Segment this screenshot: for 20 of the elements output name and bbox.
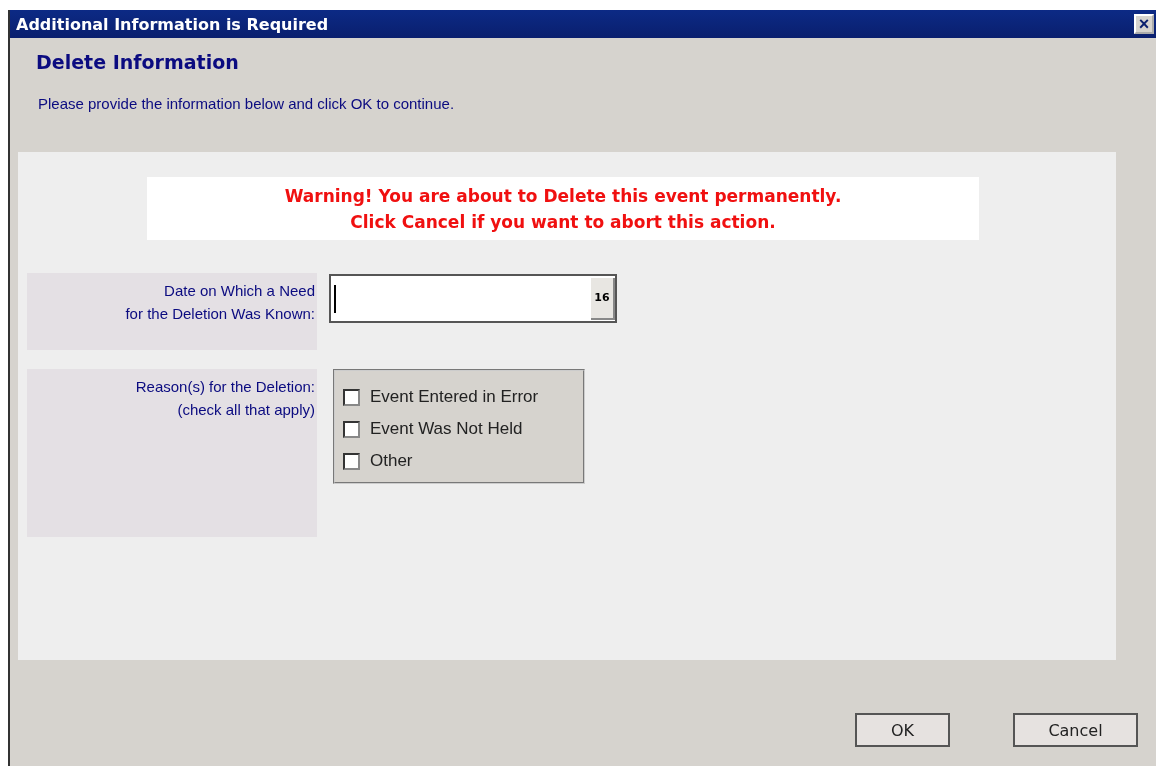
- checkbox[interactable]: [343, 420, 360, 438]
- field-hint: (check all that apply): [176, 400, 315, 420]
- window-title: Additional Information is Required: [16, 14, 329, 34]
- instructions-text: Please provide the information below and click OK to continue.: [38, 95, 456, 112]
- close-button[interactable]: ×: [1134, 14, 1154, 34]
- warning-text: Click Cancel if you want to abort this action.: [350, 210, 776, 234]
- checkbox-label[interactable]: Event Was Not Held: [370, 419, 523, 439]
- checkbox[interactable]: [343, 388, 360, 406]
- checkbox[interactable]: [343, 452, 360, 470]
- ok-button[interactable]: OK: [855, 713, 950, 747]
- warning-text: Warning! You are about to Delete this event permanently.: [284, 184, 842, 208]
- date-field[interactable]: 16: [329, 274, 617, 323]
- text-cursor: [334, 284, 336, 313]
- calendar-button[interactable]: 16: [591, 277, 615, 320]
- dialog-heading: Delete Information: [36, 51, 240, 73]
- field-label: Date on Which a Need for the Deletion Was Known:: [124, 281, 315, 324]
- cancel-button[interactable]: Cancel: [1013, 713, 1138, 747]
- checkbox-label[interactable]: Other: [370, 451, 413, 471]
- field-label: Reason(s) for the Deletion:: [134, 377, 315, 397]
- checkbox-label[interactable]: Event Entered in Error: [370, 387, 539, 407]
